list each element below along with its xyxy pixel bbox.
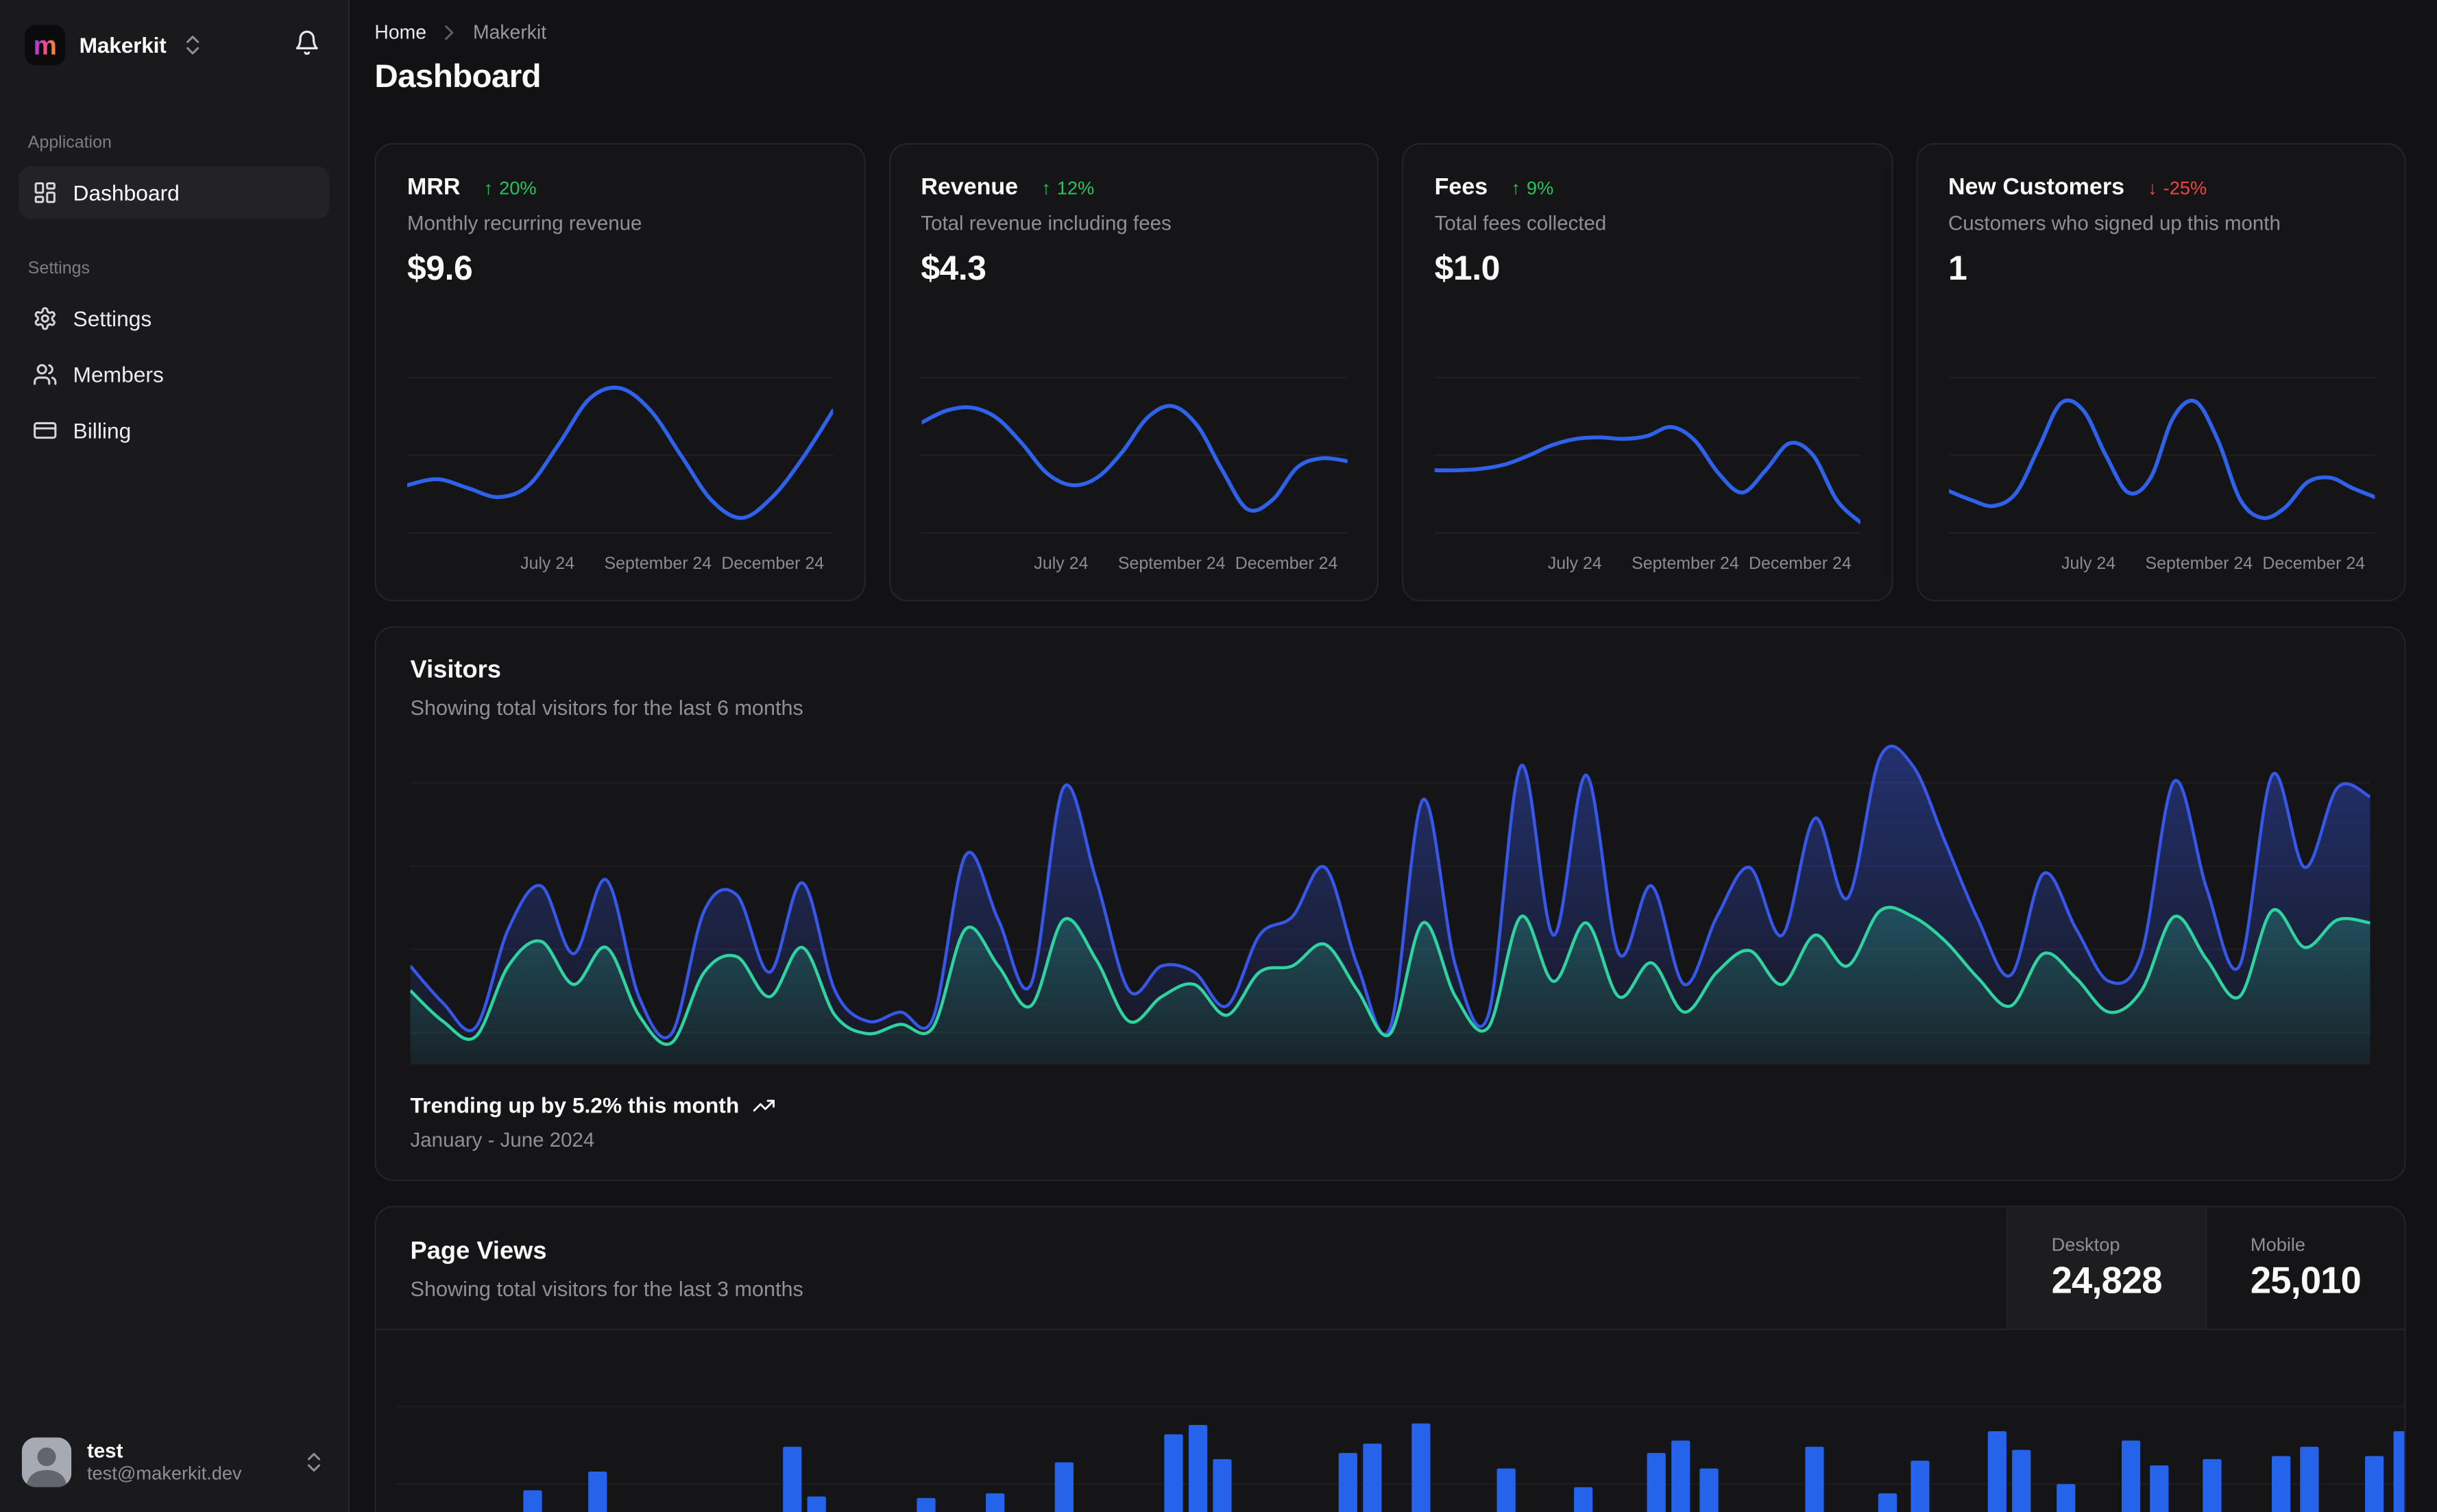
- bell-icon: [295, 30, 318, 55]
- arrow-up-icon: ↑: [483, 176, 494, 199]
- visitors-area-chart: [409, 744, 2371, 1065]
- delta-badge: ↑ 9%: [1511, 176, 1554, 199]
- trending-up-icon: [752, 1099, 774, 1111]
- gear-icon: [34, 307, 56, 330]
- nav-section-application: Application: [27, 133, 112, 153]
- stat-title: Fees: [1434, 174, 1488, 201]
- chevrons-up-down-icon: [186, 36, 199, 55]
- page-views-bar-chart: [376, 1330, 2405, 1512]
- x-tick: July 24: [2061, 554, 2116, 574]
- chevrons-up-down-icon: [307, 1452, 321, 1472]
- workspace-selector[interactable]: m Makerkit: [22, 22, 208, 69]
- delta-badge: ↓ -25%: [2148, 176, 2207, 199]
- stat-card-fees: Fees ↑ 9% Total fees collected $1.0 July …: [1402, 143, 1893, 602]
- visitors-card: Visitors Showing total visitors for the …: [374, 626, 2406, 1182]
- nav-section-settings: Settings: [27, 259, 90, 278]
- page-views-header: Page Views Showing total visitors for th…: [376, 1207, 2405, 1330]
- breadcrumb-current: Makerkit: [473, 21, 547, 44]
- makerkit-logo: m: [25, 25, 66, 66]
- user-email: test@makerkit.dev: [86, 1463, 242, 1485]
- sidebar: m Makerkit Application Dashboard Setting…: [0, 0, 350, 1512]
- notifications-button[interactable]: [287, 23, 326, 66]
- stat-card-mrr: MRR ↑ 20% Monthly recurring revenue $9.6 …: [374, 143, 865, 602]
- visitors-period: January - June 2024: [410, 1128, 595, 1152]
- stat-value: $9.6: [407, 248, 473, 288]
- arrow-up-icon: ↑: [1041, 176, 1051, 199]
- stat-card-new-customers: New Customers ↓ -25% Customers who signed…: [1915, 143, 2406, 602]
- stat-subtitle: Total fees collected: [1434, 211, 1607, 235]
- delta-badge: ↑ 12%: [1041, 176, 1095, 199]
- stat-cards-row: MRR ↑ 20% Monthly recurring revenue $9.6 …: [374, 143, 2406, 602]
- dashboard-icon: [34, 182, 56, 204]
- delta-badge: ↑ 20%: [483, 176, 537, 199]
- x-tick: December 24: [1235, 554, 1338, 574]
- sparkline-chart: July 24 September 24 December 24: [1946, 371, 2377, 581]
- sidebar-item-label: Dashboard: [73, 180, 180, 206]
- app-window: m Makerkit Application Dashboard Setting…: [0, 0, 2437, 1512]
- x-tick: July 24: [1034, 554, 1089, 574]
- breadcrumb: Home Makerkit: [374, 20, 2405, 45]
- user-name: test: [86, 1438, 123, 1462]
- sidebar-item-label: Billing: [73, 417, 132, 443]
- toggle-desktop[interactable]: Desktop 24,828: [2006, 1207, 2206, 1329]
- sidebar-header: m Makerkit: [19, 19, 329, 69]
- arrow-down-icon: ↓: [2148, 176, 2157, 199]
- sparkline-chart: July 24 September 24 December 24: [919, 371, 1349, 581]
- page-views-subtitle: Showing total visitors for the last 3 mo…: [410, 1277, 803, 1301]
- sidebar-item-members[interactable]: Members: [19, 348, 329, 401]
- x-tick: September 24: [2145, 554, 2253, 574]
- stat-value: $4.3: [921, 248, 986, 288]
- users-icon: [34, 364, 57, 385]
- arrow-up-icon: ↑: [1511, 176, 1520, 199]
- x-tick: September 24: [1632, 554, 1739, 574]
- x-tick: September 24: [604, 554, 712, 574]
- x-tick: July 24: [1547, 554, 1602, 574]
- x-tick: December 24: [2262, 554, 2366, 574]
- stat-value: 1: [1948, 248, 1967, 288]
- stat-card-revenue: Revenue ↑ 12% Total revenue including fee…: [888, 143, 1379, 602]
- sidebar-item-billing[interactable]: Billing: [19, 404, 329, 456]
- sidebar-nav: Application Dashboard Settings Settings …: [19, 133, 330, 460]
- visitors-title: Visitors: [410, 657, 501, 684]
- stat-subtitle: Customers who signed up this month: [1948, 211, 2281, 235]
- main-content: Home Makerkit Dashboard MRR ↑ 20% Monthly…: [350, 0, 2437, 1512]
- sidebar-item-settings[interactable]: Settings: [19, 292, 329, 345]
- x-tick: July 24: [520, 554, 575, 574]
- visitors-trend: Trending up by 5.2% this month: [411, 1093, 2371, 1117]
- page-title: Dashboard: [374, 59, 541, 95]
- chevron-right-icon: [445, 25, 454, 40]
- toggle-mobile[interactable]: Mobile 25,010: [2205, 1207, 2404, 1329]
- visitors-subtitle: Showing total visitors for the last 6 mo…: [410, 696, 803, 720]
- stat-subtitle: Total revenue including fees: [921, 211, 1172, 235]
- sidebar-item-label: Settings: [73, 306, 152, 331]
- credit-card-icon: [34, 422, 57, 439]
- page-views-card: Page Views Showing total visitors for th…: [374, 1206, 2406, 1512]
- stat-value: $1.0: [1434, 248, 1501, 288]
- stat-title: MRR: [407, 174, 461, 201]
- sidebar-item-dashboard[interactable]: Dashboard: [19, 166, 330, 219]
- sidebar-item-label: Members: [73, 362, 164, 387]
- breadcrumb-home-link[interactable]: Home: [374, 22, 426, 44]
- stat-title: New Customers: [1948, 174, 2125, 201]
- page-views-title: Page Views: [410, 1239, 547, 1265]
- sparkline-chart: July 24 September 24 December 24: [405, 371, 836, 581]
- avatar: [21, 1437, 72, 1487]
- x-tick: September 24: [1117, 554, 1226, 574]
- workspace-name: Makerkit: [79, 32, 167, 58]
- x-tick: December 24: [1749, 554, 1852, 574]
- stat-title: Revenue: [921, 174, 1019, 201]
- user-menu[interactable]: test test@makerkit.dev: [19, 1431, 329, 1493]
- stat-subtitle: Monthly recurring revenue: [407, 211, 642, 235]
- sparkline-chart: July 24 September 24 December 24: [1432, 371, 1863, 581]
- x-tick: December 24: [721, 554, 825, 574]
